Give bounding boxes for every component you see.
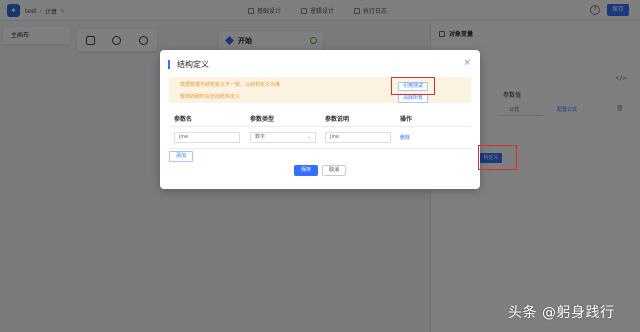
param-desc-input[interactable]: Jine xyxy=(325,132,391,143)
chevron-down-icon: ⌄ xyxy=(306,134,311,140)
warning-line-1: 数据数据与结构定义不一致，以结构定义为准 xyxy=(180,82,281,88)
dialog-cancel-button[interactable]: 取消 xyxy=(322,165,346,176)
divider xyxy=(169,126,471,127)
column-header: 操作 xyxy=(400,116,413,123)
add-row-button[interactable]: 添加 xyxy=(169,151,193,162)
structure-definition-dialog: 结构定义 × 数据数据与结构定义不一致，以结构定义为准 整体的刷时会自动结构定义… xyxy=(160,50,480,189)
title-accent-bar xyxy=(168,60,170,69)
dialog-title: 结构定义 xyxy=(177,60,209,69)
dialog-save-button[interactable]: 保存 xyxy=(294,165,318,176)
param-type-select[interactable]: 数字 ⌄ xyxy=(250,132,316,143)
column-header: 参数类型 xyxy=(250,116,275,123)
param-type-value: 数字 xyxy=(255,134,266,140)
delete-link[interactable]: 删除 xyxy=(400,134,410,141)
watermark: 头条 @躬身践行 xyxy=(508,305,615,321)
highlight-box xyxy=(478,145,517,170)
warning-line-2: 整体的刷时会自动结构定义 xyxy=(180,94,241,100)
column-header: 参数说明 xyxy=(325,116,350,123)
divider xyxy=(169,148,471,149)
clear-all-button[interactable]: 清除所有 xyxy=(398,94,428,103)
close-icon[interactable]: × xyxy=(463,58,471,68)
highlight-box xyxy=(391,77,435,95)
param-name-input[interactable]: jine xyxy=(174,132,240,143)
column-header: 参数名 xyxy=(174,116,193,123)
